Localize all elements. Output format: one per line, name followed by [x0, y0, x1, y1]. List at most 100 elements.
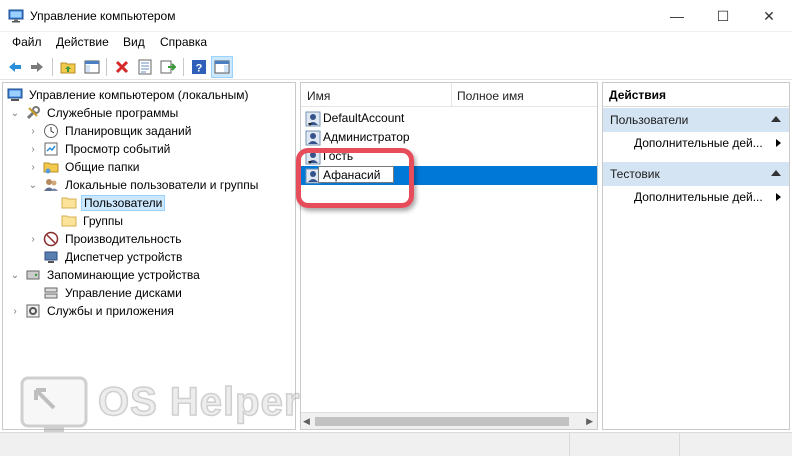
tree-item-task-scheduler[interactable]: › Планировщик заданий [27, 122, 193, 140]
properties-icon [138, 59, 152, 75]
shared-folder-icon [43, 162, 59, 174]
highlight-annotation [296, 148, 414, 208]
chevron-right-icon[interactable]: › [27, 143, 39, 155]
menu-file[interactable]: Файл [12, 35, 42, 49]
watermark-logo-icon [20, 376, 88, 432]
actions-pane: Действия Пользователи Дополнительные дей… [602, 82, 790, 430]
actions-section-users[interactable]: Пользователи [603, 108, 789, 132]
actions-title: Действия [603, 83, 789, 107]
help-icon: ? [192, 60, 206, 75]
properties-button[interactable] [134, 56, 156, 78]
tree-item-label: Общие папки [65, 160, 140, 174]
up-level-button[interactable] [57, 56, 79, 78]
show-tree-button[interactable] [81, 56, 103, 78]
title-bar: Управление компьютером — ☐ ✕ [0, 0, 792, 32]
disk-icon [44, 287, 58, 299]
scroll-thumb[interactable] [315, 417, 569, 426]
list-header: Имя Полное имя [301, 83, 597, 107]
more-actions-users[interactable]: Дополнительные дей... [603, 133, 789, 153]
tree-item-label: Управление дисками [65, 286, 182, 300]
submenu-arrow-icon [776, 193, 781, 201]
user-icon [305, 130, 321, 145]
delete-button[interactable] [111, 56, 133, 78]
back-icon [9, 62, 21, 72]
watermark: OS Helper [18, 374, 308, 438]
list-item[interactable]: Администратор [301, 128, 597, 147]
status-cell [570, 433, 680, 456]
storage-icon [26, 270, 40, 280]
tree-root-label: Управление компьютером (локальным) [29, 88, 249, 102]
tree-item-label: Запоминающие устройства [47, 268, 200, 282]
column-name-header[interactable]: Имя [307, 89, 330, 103]
event-viewer-icon [44, 142, 58, 156]
section-label: Тестовик [610, 167, 660, 181]
delete-icon [115, 60, 129, 74]
tree-item-label: Службы и приложения [47, 304, 174, 318]
tree-item-performance[interactable]: › Производительность [27, 230, 183, 248]
tree-item-local-users-groups[interactable]: ⌄ Локальные пользователи и группы [27, 176, 260, 194]
help-button[interactable]: ? [188, 56, 210, 78]
chevron-down-icon[interactable]: ⌄ [9, 269, 21, 281]
export-button[interactable] [157, 56, 179, 78]
list-item[interactable]: DefaultAccount [301, 109, 597, 128]
tree-item-label: Служебные программы [47, 106, 179, 120]
tree-item-label: Просмотр событий [65, 142, 171, 156]
list-item-label: DefaultAccount [323, 111, 405, 125]
minimize-icon: — [670, 8, 684, 24]
tree-item-disk-management[interactable]: Управление дисками [43, 284, 184, 302]
tree-item-groups[interactable]: Группы [61, 212, 125, 230]
action-label: Дополнительные дей... [634, 190, 763, 204]
tree-item-system-tools[interactable]: ⌄ Служебные программы [9, 104, 180, 122]
actions-section-testovik[interactable]: Тестовик [603, 162, 789, 186]
horizontal-scrollbar[interactable]: ◀ ▶ [301, 412, 597, 429]
tree-item-label: Диспетчер устройств [65, 250, 183, 264]
up-folder-icon [60, 62, 76, 74]
chevron-right-icon[interactable]: › [9, 305, 21, 317]
tree-item-storage[interactable]: ⌄ Запоминающие устройства [9, 266, 202, 284]
menu-view[interactable]: Вид [123, 35, 145, 49]
tree-item-event-viewer[interactable]: › Просмотр событий [27, 140, 172, 158]
show-tree-icon [84, 60, 100, 74]
tree-item-shared-folders[interactable]: › Общие папки [27, 158, 141, 176]
folder-icon [61, 197, 77, 209]
submenu-arrow-icon [776, 139, 781, 147]
menu-action[interactable]: Действие [56, 35, 109, 49]
chevron-right-icon[interactable]: › [27, 161, 39, 173]
clock-icon [44, 124, 58, 138]
export-icon [160, 60, 176, 74]
collapse-icon[interactable] [771, 170, 781, 176]
maximize-icon: ☐ [716, 7, 730, 24]
menu-bar: Файл Действие Вид Справка [0, 32, 792, 52]
tree-item-label: Пользователи [81, 195, 166, 211]
forward-icon [31, 62, 43, 72]
tree-item-users[interactable]: Пользователи [61, 194, 166, 212]
back-button[interactable] [4, 56, 26, 78]
action-label: Дополнительные дей... [634, 136, 763, 150]
device-manager-icon [44, 251, 58, 263]
close-button[interactable]: ✕ [746, 0, 792, 32]
more-actions-testovik[interactable]: Дополнительные дей... [603, 187, 789, 207]
tree-item-device-manager[interactable]: Диспетчер устройств [43, 248, 184, 266]
watermark-text: OS Helper [97, 379, 301, 425]
minimize-button[interactable]: — [654, 0, 700, 32]
list-item-label: Администратор [323, 130, 410, 144]
action-pane-button[interactable] [211, 56, 233, 78]
tree-item-label: Локальные пользователи и группы [65, 178, 259, 192]
chevron-down-icon[interactable]: ⌄ [9, 107, 21, 119]
chevron-right-icon[interactable]: › [27, 233, 39, 245]
tree-item-label: Производительность [65, 232, 182, 246]
column-fullname-header[interactable]: Полное имя [457, 89, 524, 103]
collapse-icon[interactable] [771, 116, 781, 122]
tree-item-services-apps[interactable]: › Службы и приложения [9, 302, 176, 320]
services-icon [26, 304, 40, 318]
action-pane-icon [214, 60, 230, 74]
forward-button[interactable] [26, 56, 48, 78]
chevron-right-icon[interactable]: › [27, 125, 39, 137]
chevron-down-icon[interactable]: ⌄ [27, 179, 39, 191]
menu-help[interactable]: Справка [160, 35, 207, 49]
folder-icon [61, 215, 77, 227]
maximize-button[interactable]: ☐ [700, 0, 746, 32]
tree-item-label: Планировщик заданий [65, 124, 192, 138]
tree-root[interactable]: Управление компьютером (локальным) [7, 86, 251, 104]
scroll-right-icon[interactable]: ▶ [586, 416, 593, 427]
